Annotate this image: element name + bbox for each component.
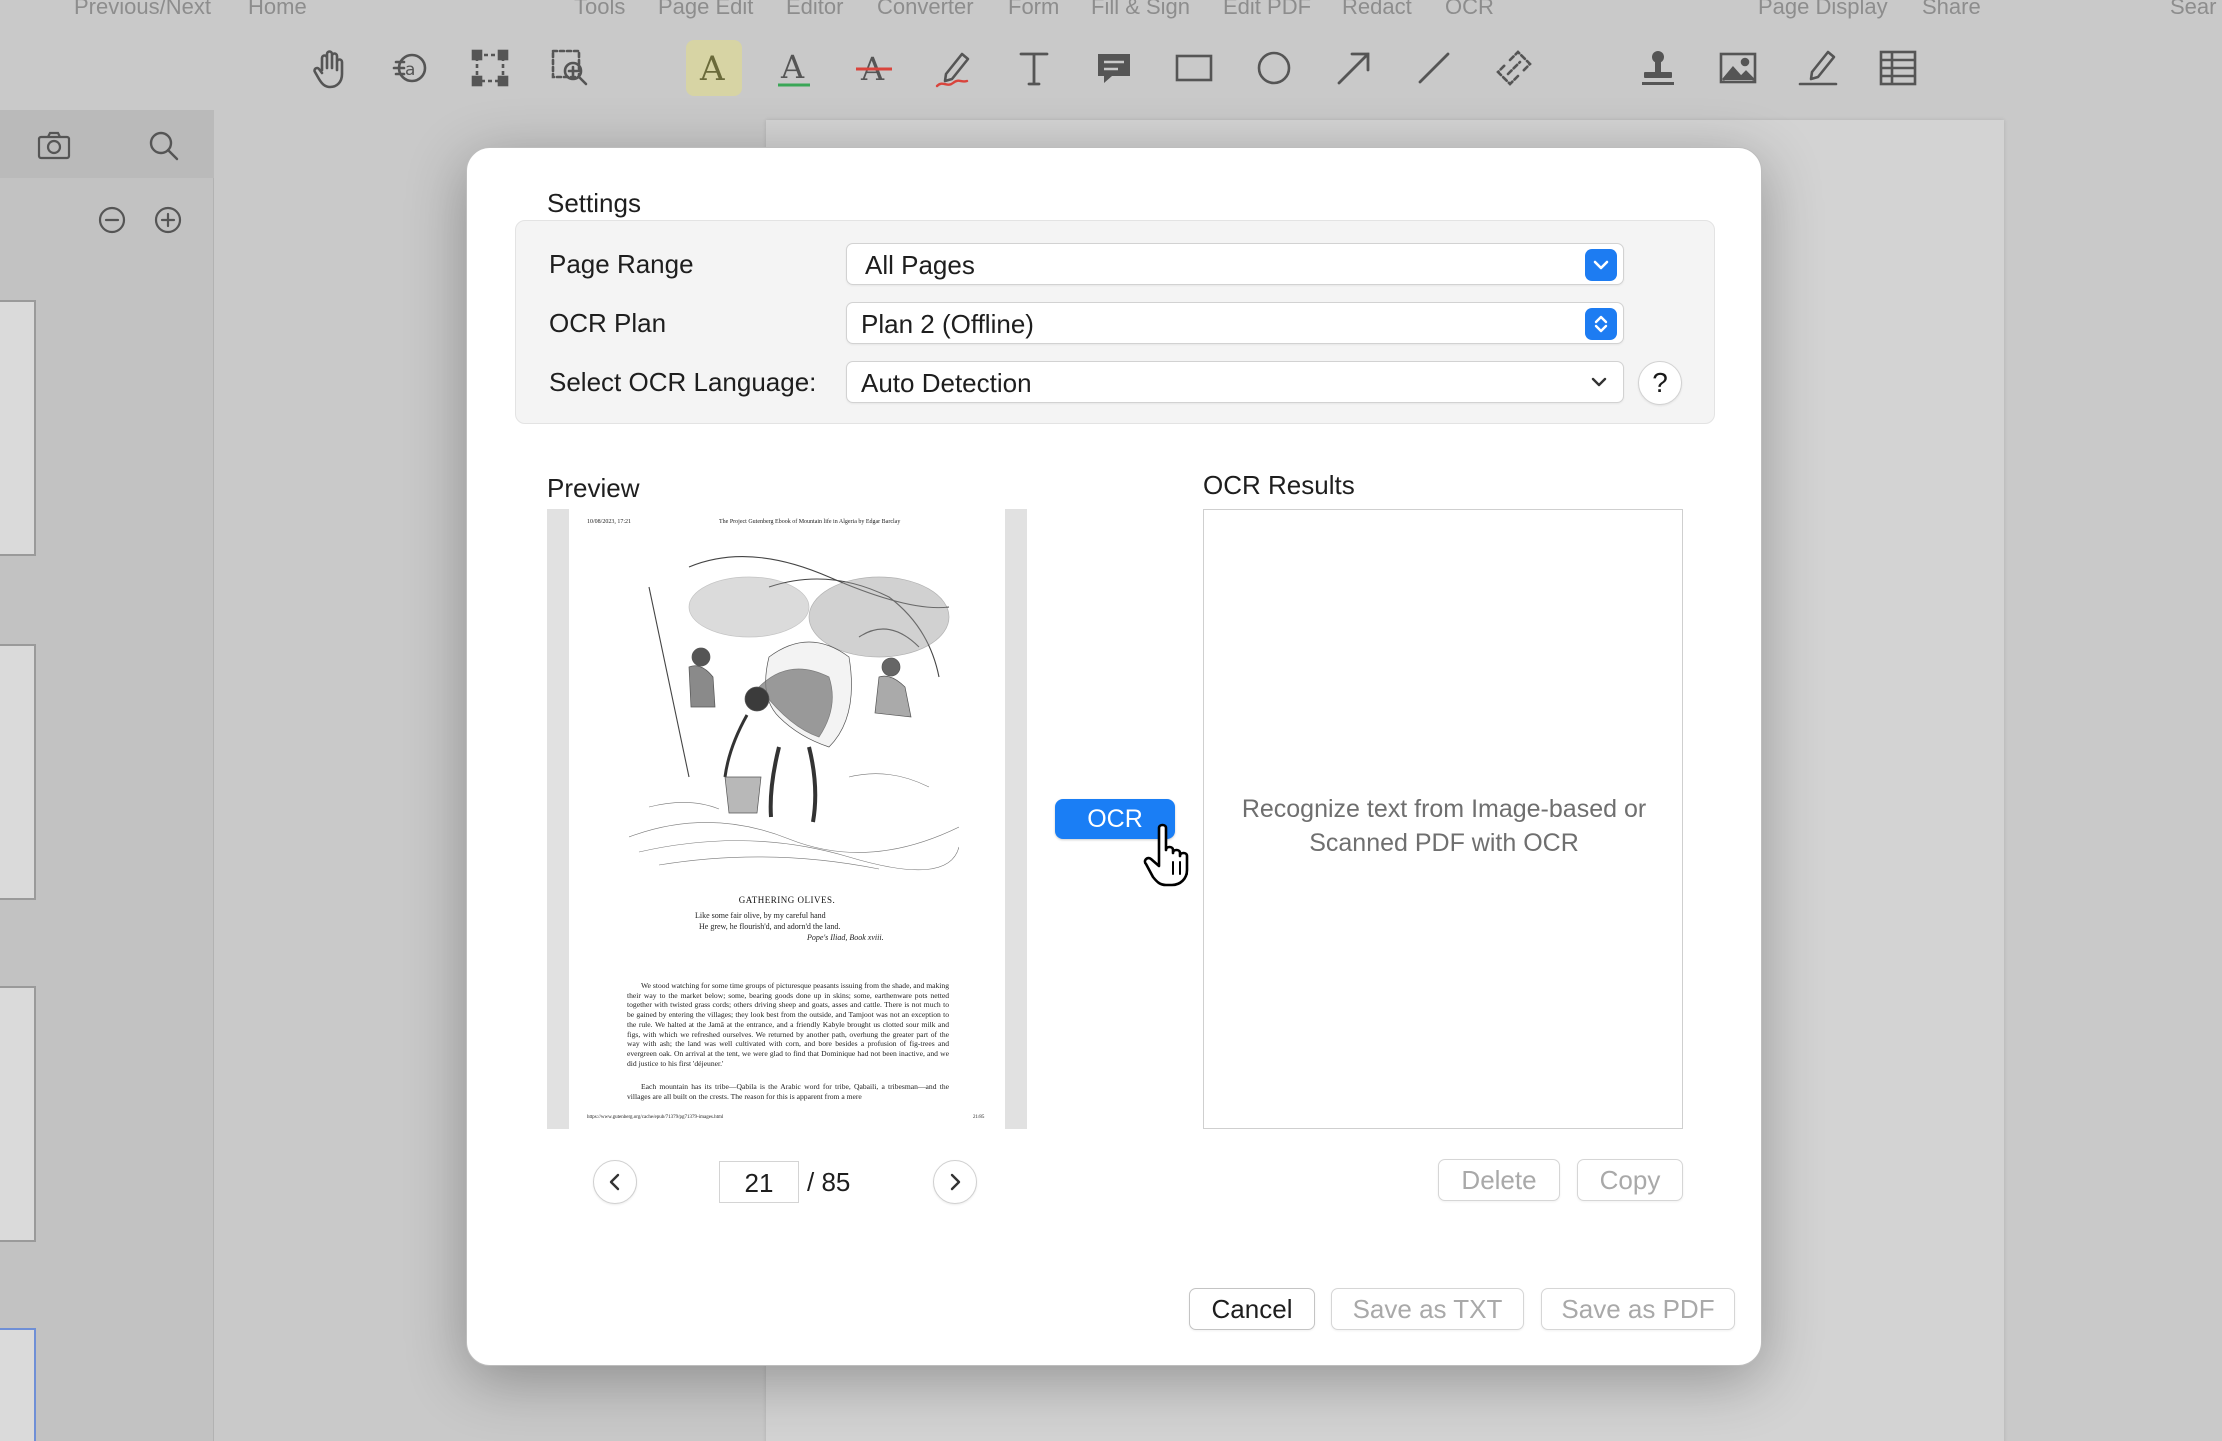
save-as-txt-button[interactable]: Save as TXT — [1331, 1288, 1524, 1330]
delete-button[interactable]: Delete — [1438, 1159, 1560, 1201]
ellipse-icon[interactable] — [1246, 40, 1302, 96]
page-range-label: Page Range — [549, 249, 694, 279]
chevron-left-icon — [609, 1173, 620, 1191]
page-range-value: All Pages — [865, 250, 975, 280]
menu-tools[interactable]: Tools — [574, 0, 625, 20]
ocr-language-select[interactable]: Auto Detection — [846, 361, 1624, 403]
strikeout-text-icon[interactable]: A — [846, 40, 902, 96]
preview-header-title: The Project Gutenberg Ebook of Mountain … — [719, 519, 901, 525]
hand-pointer-cursor-icon — [1143, 823, 1189, 887]
menu-home[interactable]: Home — [248, 0, 307, 20]
illustration-image — [629, 556, 959, 871]
camera-icon[interactable] — [34, 126, 74, 166]
ocr-dialog: Settings Page Range All Pages OCR Plan P… — [466, 147, 1762, 1366]
image-icon[interactable] — [1710, 40, 1766, 96]
zoom-in-icon[interactable] — [148, 200, 188, 240]
hand-tool-icon[interactable] — [302, 40, 358, 96]
preview-poem-line: Like some fair olive, by my careful hand — [695, 911, 826, 920]
ocr-plan-select[interactable]: Plan 2 (Offline) — [846, 302, 1624, 344]
chevron-down-icon — [1591, 377, 1607, 387]
page-thumbnail[interactable] — [0, 300, 36, 556]
ocr-results-pane[interactable]: Recognize text from Image-based or Scann… — [1203, 509, 1683, 1129]
preview-paragraph: Each mountain has its tribe—Qabila is th… — [627, 1082, 949, 1101]
next-page-button[interactable] — [933, 1160, 977, 1204]
ocr-results-title: OCR Results — [1203, 470, 1355, 500]
menu-ocr[interactable]: OCR — [1445, 0, 1494, 20]
zoom-out-icon[interactable] — [92, 200, 132, 240]
marquee-select-icon[interactable] — [462, 40, 518, 96]
menu-fill-sign[interactable]: Fill & Sign — [1091, 0, 1190, 20]
preview-title: Preview — [547, 473, 640, 503]
settings-panel: Page Range All Pages OCR Plan Plan 2 (Of… — [515, 220, 1715, 424]
note-comment-icon[interactable] — [1086, 40, 1142, 96]
line-icon[interactable] — [1406, 40, 1462, 96]
preview-footer-url: https://www.gutenberg.org/cache/epub/713… — [587, 1115, 724, 1120]
copy-button[interactable]: Copy — [1577, 1159, 1683, 1201]
rectangle-icon[interactable] — [1166, 40, 1222, 96]
area-select-icon[interactable]: a — [382, 40, 438, 96]
menu-edit-pdf[interactable]: Edit PDF — [1223, 0, 1311, 20]
ocr-plan-label: OCR Plan — [549, 308, 667, 338]
preview-poem-line: He grew, he flourish'd, and adorn'd the … — [699, 922, 841, 931]
link-icon[interactable] — [1486, 40, 1542, 96]
results-placeholder-line: Scanned PDF with OCR — [1309, 829, 1579, 857]
svg-text:A: A — [699, 49, 725, 89]
search-icon[interactable] — [144, 126, 184, 166]
preview-paragraph: We stood watching for some time groups o… — [627, 981, 949, 1068]
ocr-language-value: Auto Detection — [861, 368, 1032, 398]
results-placeholder-line: Recognize text from Image-based or — [1241, 795, 1647, 823]
chevron-down-icon — [1585, 249, 1617, 281]
page-thumbnail[interactable] — [0, 986, 36, 1242]
page-thumbnail-selected[interactable] — [0, 1328, 36, 1441]
settings-title: Settings — [547, 188, 641, 218]
menu-page-display[interactable]: Page Display — [1758, 0, 1888, 20]
menu-share[interactable]: Share — [1922, 0, 1981, 20]
preview-poem-attribution: Pope's Iliad, Book xviii. — [807, 933, 884, 942]
menu-page-edit[interactable]: Page Edit — [658, 0, 753, 20]
page-thumbnail[interactable] — [0, 644, 36, 900]
menu-search[interactable]: Sear — [2170, 0, 2216, 20]
menu-redact[interactable]: Redact — [1342, 0, 1412, 20]
cancel-button[interactable]: Cancel — [1189, 1288, 1315, 1330]
ocr-plan-value: Plan 2 (Offline) — [861, 309, 1034, 339]
annotation-toolbar: a A A A — [0, 20, 2222, 110]
results-placeholder: Recognize text from Image-based or Scann… — [1204, 792, 1684, 860]
menu-previous-next[interactable]: Previous/Next — [74, 0, 211, 20]
page-number-input[interactable]: 21 — [719, 1161, 799, 1203]
ocr-language-label: Select OCR Language: — [549, 367, 817, 397]
previous-page-button[interactable] — [593, 1160, 637, 1204]
help-button[interactable]: ? — [1638, 361, 1682, 405]
preview-footer-page: 21/85 — [973, 1115, 985, 1120]
svg-text:a: a — [405, 60, 415, 80]
underline-text-icon[interactable]: A — [766, 40, 822, 96]
highlight-text-icon[interactable]: A — [686, 40, 742, 96]
menu-form[interactable]: Form — [1008, 0, 1059, 20]
menu-editor[interactable]: Editor — [786, 0, 843, 20]
thumbnail-sidebar — [0, 110, 214, 1441]
zoom-area-icon[interactable] — [542, 40, 598, 96]
preview-header-date: 10/08/2023, 17:21 — [587, 519, 632, 525]
save-as-pdf-button[interactable]: Save as PDF — [1541, 1288, 1735, 1330]
page-range-select[interactable]: All Pages — [846, 243, 1624, 285]
stamp-icon[interactable] — [1630, 40, 1686, 96]
top-menu: Previous/Next Home Tools Page Edit Edito… — [0, 0, 2222, 20]
up-down-chevron-icon — [1585, 308, 1617, 340]
menu-converter[interactable]: Converter — [877, 0, 974, 20]
signature-icon[interactable] — [1790, 40, 1846, 96]
preview-page: 10/08/2023, 17:21 The Project Gutenberg … — [569, 509, 1005, 1129]
arrow-icon[interactable] — [1326, 40, 1382, 96]
freehand-pen-icon[interactable] — [926, 40, 982, 96]
table-icon[interactable] — [1870, 40, 1926, 96]
text-box-icon[interactable] — [1006, 40, 1062, 96]
svg-text:A: A — [780, 48, 805, 86]
chevron-right-icon — [950, 1173, 961, 1191]
preview-caption: GATHERING OLIVES. — [738, 895, 836, 905]
preview-pane: 10/08/2023, 17:21 The Project Gutenberg … — [547, 509, 1027, 1129]
page-total: / 85 — [807, 1167, 851, 1197]
